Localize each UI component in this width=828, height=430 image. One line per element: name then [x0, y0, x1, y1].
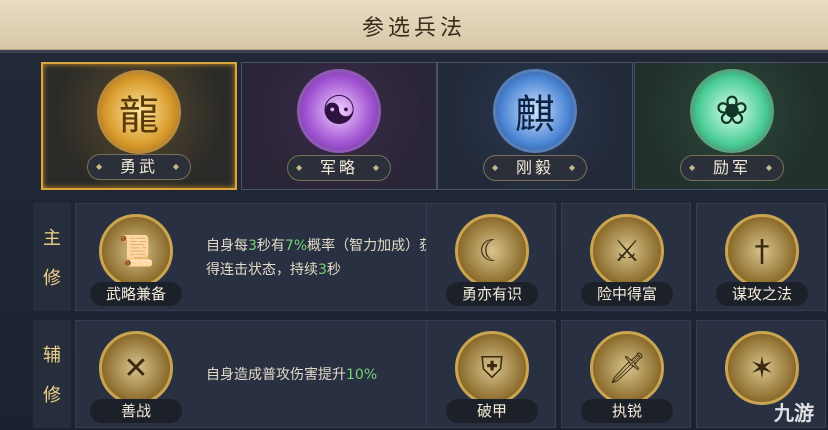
option-slot[interactable]: 🗡 执锐 — [561, 320, 691, 428]
option-slot[interactable]: ⚔ 险中得富 — [561, 203, 691, 311]
option-skill: ⚔ 险中得富 — [577, 204, 677, 312]
page-title: 参选兵法 — [361, 16, 466, 41]
crescent-star-icon: ☾ — [455, 214, 529, 288]
row-label-char: 修 — [43, 268, 61, 289]
desc-highlight: 7% — [284, 238, 308, 254]
main-equipped-skill[interactable]: 📜 武略兼备 — [86, 204, 186, 312]
category-label: 勇武 — [87, 154, 191, 180]
main-tactic-row: 主 修 📜 武略兼备 自身每3秒有7%概率（智力加成）获得连击状态，持续3秒 ☾… — [33, 203, 828, 311]
category-label: 刚毅 — [483, 155, 587, 181]
skill-description: 自身造成普攻伤害提升10% — [206, 363, 446, 387]
desc-text: 自身造成普攻伤害提升 — [206, 367, 346, 383]
armor-icon: ⛨ — [455, 331, 529, 405]
skill-label: 勇亦有识 — [446, 282, 538, 306]
option-skill: † 谋攻之法 — [712, 204, 812, 312]
skill-label: 武略兼备 — [90, 282, 182, 306]
category-label: 军略 — [287, 155, 391, 181]
scroll-shield-icon: 📜 — [99, 214, 173, 288]
option-skill: 🗡 执锐 — [577, 321, 677, 429]
crossed-sabers-icon: ✕ — [99, 331, 173, 405]
skill-label: 执锐 — [581, 399, 673, 423]
desc-text: 秒有 — [256, 238, 285, 254]
panel-header: 参选兵法 — [0, 0, 828, 50]
sub-equipped-skill[interactable]: ✕ 善战 — [86, 321, 186, 429]
category-card-lijun[interactable]: ❀ 励军 — [634, 62, 828, 190]
skill-label: 善战 — [90, 399, 182, 423]
blade-icon: 🗡 — [590, 331, 664, 405]
option-skill: ⛨ 破甲 — [442, 321, 542, 429]
row-label-char: 主 — [43, 228, 61, 249]
blue-beast-emblem-icon: 麒 — [493, 69, 577, 153]
sub-tactic-row: 辅 修 ✕ 善战 自身造成普攻伤害提升10% ⛨ 破甲 🗡 执锐 ✶ — [33, 320, 828, 428]
sub-equipped-box: ✕ 善战 自身造成普攻伤害提升10% — [75, 320, 455, 428]
skill-description: 自身每3秒有7%概率（智力加成）获得连击状态，持续3秒 — [206, 234, 446, 282]
skill-label: 险中得富 — [581, 282, 673, 306]
desc-highlight: 3 — [318, 262, 327, 278]
category-card-yongwu[interactable]: 龍 勇武 — [41, 62, 237, 190]
row-label-char: 修 — [43, 385, 61, 406]
tactics-panel: 参选兵法 龍 勇武 ☯ 军略 麒 刚毅 ❀ 励军 主 修 📜 武略兼备 自身每3… — [0, 0, 828, 430]
tactic-icon: ✶ — [725, 331, 799, 405]
option-slot[interactable]: † 谋攻之法 — [696, 203, 826, 311]
desc-text: 自身每 — [206, 238, 248, 254]
golden-beast-emblem-icon: 龍 — [97, 70, 181, 154]
skill-label: 谋攻之法 — [716, 282, 808, 306]
desc-highlight: 10% — [346, 367, 378, 383]
desc-highlight: 3 — [248, 238, 257, 254]
watermark-logo: 九游 — [774, 401, 814, 425]
header-divider — [0, 50, 828, 53]
category-card-gangyi[interactable]: 麒 刚毅 — [437, 62, 633, 190]
jade-gourd-emblem-icon: ❀ — [690, 69, 774, 153]
swords-ring-icon: ⚔ — [590, 214, 664, 288]
option-skill: ☾ 勇亦有识 — [442, 204, 542, 312]
option-slot[interactable]: ☾ 勇亦有识 — [426, 203, 556, 311]
category-card-junlue[interactable]: ☯ 军略 — [241, 62, 437, 190]
option-slot[interactable]: ⛨ 破甲 — [426, 320, 556, 428]
sub-row-label: 辅 修 — [33, 320, 71, 428]
skill-label: 破甲 — [446, 399, 538, 423]
desc-text: 秒 — [326, 262, 341, 278]
main-equipped-box: 📜 武略兼备 自身每3秒有7%概率（智力加成）获得连击状态，持续3秒 — [75, 203, 455, 311]
yin-yang-bagua-emblem-icon: ☯ — [297, 69, 381, 153]
three-swords-icon: † — [725, 214, 799, 288]
main-row-label: 主 修 — [33, 203, 71, 311]
category-label: 励军 — [680, 155, 784, 181]
row-label-char: 辅 — [43, 345, 61, 366]
